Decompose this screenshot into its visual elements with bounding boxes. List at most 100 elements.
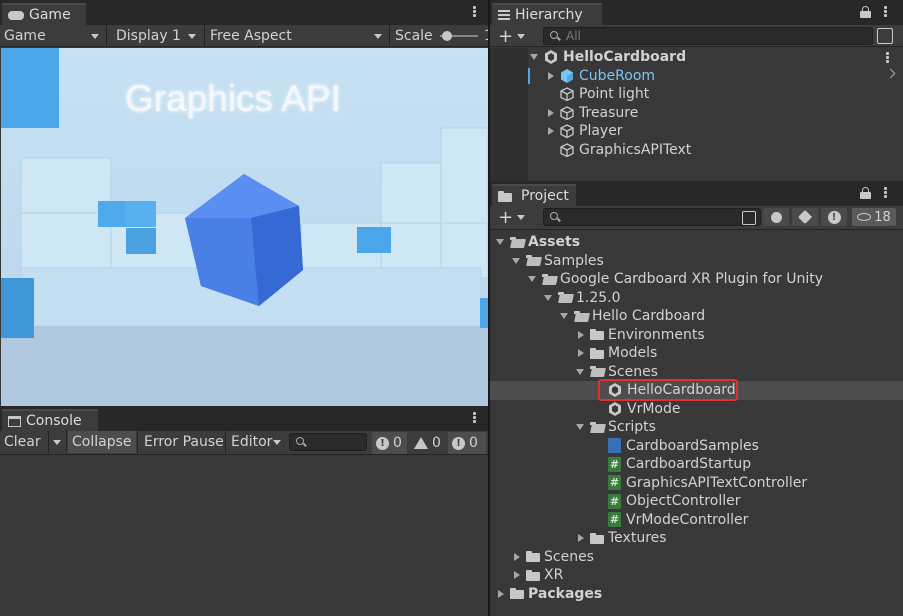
- tree-item-label: Textures: [608, 530, 667, 547]
- scale-slider-handle[interactable]: [442, 31, 452, 41]
- expand-icon[interactable]: [528, 276, 536, 283]
- hidden-packages-toggle[interactable]: 18: [852, 208, 896, 226]
- tab-game[interactable]: Game: [2, 3, 86, 25]
- tab-console[interactable]: Console: [2, 409, 98, 431]
- game-menu-icon[interactable]: [469, 5, 479, 19]
- expand-icon[interactable]: [498, 589, 504, 598]
- expand-icon[interactable]: [576, 368, 584, 375]
- error-pause-toggle[interactable]: Error Pause: [140, 431, 224, 453]
- tree-item-scripts[interactable]: Scripts: [490, 418, 903, 437]
- divider: [106, 25, 107, 47]
- collapse-toggle[interactable]: Collapse: [68, 431, 136, 453]
- info-filter-toggle[interactable]: ! 0: [372, 432, 407, 454]
- chevron-down-icon[interactable]: [517, 34, 525, 39]
- scene-name: HelloCardboard: [563, 49, 687, 66]
- chevron-down-icon[interactable]: [53, 440, 61, 445]
- tree-item-script[interactable]: CardboardSamples: [490, 437, 903, 456]
- divider: [66, 431, 67, 453]
- search-mode-icon[interactable]: [877, 28, 893, 44]
- info-count: 0: [393, 435, 402, 451]
- expand-icon[interactable]: [530, 54, 538, 61]
- eye-slash-icon: [857, 213, 872, 221]
- tree-item-environments[interactable]: Environments: [490, 326, 903, 345]
- game-tabbar: Game: [0, 0, 488, 25]
- tab-project[interactable]: Project: [492, 184, 576, 206]
- hierarchy-item-treasure[interactable]: Treasure: [548, 104, 903, 123]
- hierarchy-search-input[interactable]: All: [543, 27, 873, 45]
- console-search-input[interactable]: [289, 433, 367, 451]
- clear-label: Clear: [4, 434, 41, 450]
- tree-item-hello-cardboard[interactable]: Hello Cardboard: [490, 307, 903, 326]
- warning-filter-toggle[interactable]: 0: [410, 432, 446, 454]
- game-mode-dropdown[interactable]: Game: [0, 25, 104, 47]
- tree-item-packages[interactable]: Packages: [490, 585, 903, 604]
- lock-icon[interactable]: [860, 187, 871, 199]
- scale-slider[interactable]: [440, 31, 478, 41]
- error-filter-toggle[interactable]: ! 0: [448, 432, 486, 454]
- expand-icon[interactable]: [514, 552, 520, 561]
- tree-item-models[interactable]: Models: [490, 344, 903, 363]
- console-menu-icon[interactable]: [469, 411, 479, 425]
- expand-icon[interactable]: [560, 313, 568, 320]
- selection-indicator: [528, 68, 530, 84]
- expand-icon[interactable]: [548, 127, 554, 136]
- tree-item-label: GraphicsAPITextController: [626, 474, 808, 491]
- hierarchy-item-point-light[interactable]: Point light: [560, 85, 903, 104]
- folder-icon: [590, 532, 604, 544]
- console-log-area[interactable]: [0, 455, 488, 616]
- scene-menu-icon[interactable]: [882, 51, 892, 65]
- expand-icon[interactable]: [578, 330, 584, 339]
- tree-item-samples[interactable]: Samples: [490, 252, 903, 271]
- hierarchy-item-cuberoom[interactable]: CubeRoom: [548, 67, 903, 86]
- list-icon: [498, 10, 510, 20]
- create-button[interactable]: +: [494, 25, 513, 47]
- aspect-dropdown[interactable]: Free Aspect: [206, 25, 388, 47]
- hierarchy-item-graphicsapitext[interactable]: GraphicsAPIText: [560, 141, 903, 160]
- tree-item-version[interactable]: 1.25.0: [490, 289, 903, 308]
- expand-icon[interactable]: [578, 349, 584, 358]
- project-search-input[interactable]: [543, 208, 761, 226]
- tab-project-label: Project: [521, 188, 569, 204]
- hierarchy-item-player[interactable]: Player: [548, 122, 903, 141]
- expand-icon[interactable]: [576, 424, 584, 431]
- tab-hierarchy[interactable]: Hierarchy: [492, 3, 602, 25]
- tree-item-script[interactable]: # ObjectController: [490, 492, 903, 511]
- expand-icon[interactable]: [514, 571, 520, 580]
- project-menu-icon[interactable]: [880, 186, 890, 200]
- gamepad-icon: [8, 10, 24, 20]
- search-scope-icon[interactable]: [742, 211, 756, 225]
- lock-icon[interactable]: [860, 6, 871, 18]
- filter-by-label-button[interactable]: [792, 208, 818, 226]
- expand-icon[interactable]: [578, 534, 584, 543]
- tree-item-script[interactable]: # GraphicsAPITextController: [490, 474, 903, 493]
- game-viewport[interactable]: Graphics API: [1, 48, 488, 406]
- tree-item-script[interactable]: # VrModeController: [490, 511, 903, 530]
- tree-item-label: Environments: [608, 326, 705, 343]
- tree-item-label: 1.25.0: [576, 289, 621, 306]
- project-panel: Project + ! 18 Assets Samples Google Car…: [490, 181, 903, 616]
- folder-open-icon: [526, 255, 540, 266]
- tree-item-xr[interactable]: XR: [490, 566, 903, 585]
- tree-item-label: Assets: [528, 234, 581, 251]
- tree-item-plugin[interactable]: Google Cardboard XR Plugin for Unity: [490, 270, 903, 289]
- tree-item-assets[interactable]: Assets: [490, 233, 903, 252]
- tree-item-label: Samples: [544, 252, 604, 269]
- tree-item-scene-vrmode[interactable]: VrMode: [490, 400, 903, 419]
- create-asset-button[interactable]: +: [494, 206, 513, 228]
- expand-icon[interactable]: [512, 257, 520, 264]
- expand-icon[interactable]: [548, 71, 554, 80]
- tree-item-textures[interactable]: Textures: [490, 529, 903, 548]
- hierarchy-menu-icon[interactable]: [880, 5, 890, 19]
- hierarchy-toolbar: + All: [490, 25, 903, 47]
- expand-icon[interactable]: [548, 108, 554, 117]
- tree-item-script[interactable]: # CardboardStartup: [490, 455, 903, 474]
- clear-button[interactable]: Clear: [0, 431, 48, 453]
- filter-by-type-button[interactable]: [763, 208, 789, 226]
- tree-item-top-scenes[interactable]: Scenes: [490, 548, 903, 567]
- warnings-filter-button[interactable]: !: [821, 208, 847, 226]
- hidden-count: 18: [874, 209, 891, 225]
- expand-icon[interactable]: [496, 239, 504, 246]
- chevron-down-icon[interactable]: [517, 215, 525, 220]
- expand-icon[interactable]: [544, 294, 552, 301]
- scene-row[interactable]: HelloCardboard: [530, 48, 903, 67]
